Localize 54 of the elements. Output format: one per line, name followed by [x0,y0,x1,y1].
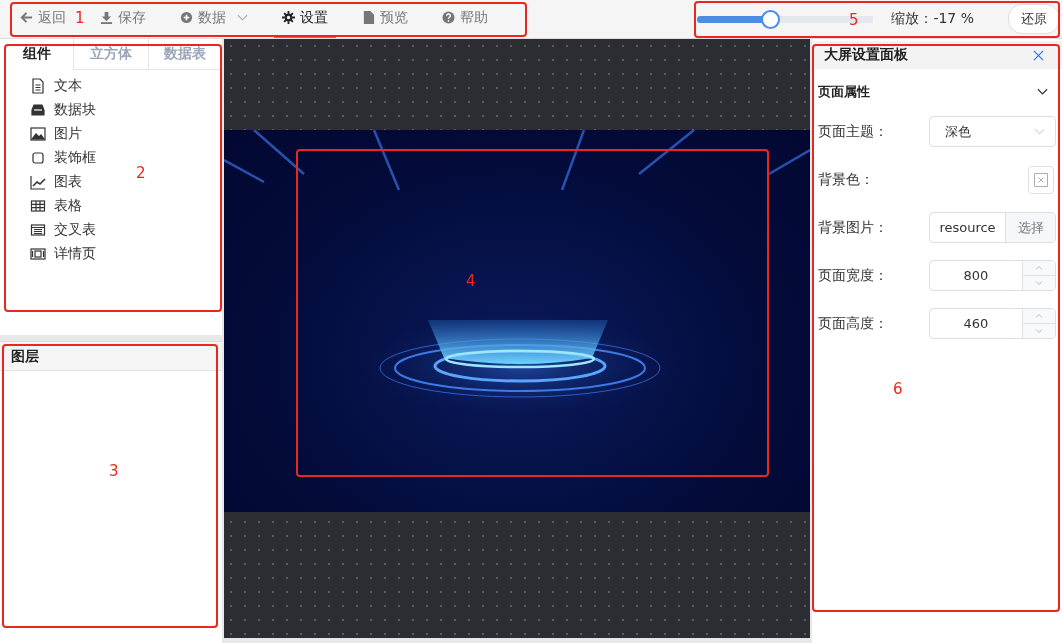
grid-icon [30,198,46,214]
toolbar-tab[interactable]: 保存 [92,0,154,38]
panel-title: 图层 [0,342,222,371]
number-field[interactable]: 460 [929,308,1056,339]
plus-circle-icon [180,11,193,24]
card-icon [30,246,46,262]
component-item[interactable]: 图片 [54,125,82,143]
annotation-number: 2 [136,164,146,182]
annotation-number: 5 [849,11,859,29]
table-icon [30,222,46,238]
annotation-number: 6 [893,380,903,398]
caret-icon [1034,127,1045,136]
settings-icon [282,11,295,24]
toolbar-tab[interactable]: 数据 [172,0,256,38]
download-icon [100,11,113,24]
number-field[interactable]: 800 [929,260,1056,291]
file-field[interactable]: resource [930,220,1005,235]
document-icon [362,11,375,24]
component-item[interactable]: 文本 [54,77,82,95]
theme-select[interactable]: 深色 [929,116,1056,147]
annotation-number: 3 [109,462,119,480]
line-chart-icon [30,174,46,190]
zoom-label: 缩放：-17 % [891,10,974,28]
color-picker[interactable] [1028,165,1054,194]
tray-icon [30,102,46,118]
field-label: 页面宽度： [818,266,888,285]
toolbar-tab[interactable]: 帮助 [434,0,496,38]
section-title: 页面属性 [818,83,870,101]
field-label: 页面高度： [818,314,888,333]
document-icon [30,78,46,94]
component-item[interactable]: 表格 [54,197,82,215]
toolbar-tab[interactable]: 预览 [354,0,416,38]
arrow-left-icon [20,11,33,24]
panel-title: 大屏设置面板 [824,46,908,64]
choose-button[interactable]: 选择 [1005,213,1055,242]
annotation-number: 4 [466,272,476,290]
slider-thumb[interactable] [760,9,780,29]
square-icon [30,150,46,166]
help-icon [442,11,455,24]
field-label: 背景图片： [818,218,888,237]
component-item[interactable]: 交叉表 [54,221,96,239]
toolbar-tab[interactable]: 返回 [12,0,74,38]
field-label: 页面主题： [818,122,888,141]
close-icon[interactable] [1033,49,1044,61]
reset-button[interactable]: 还原 [1008,4,1060,34]
component-item[interactable]: 装饰框 [54,149,96,167]
field-label: 背景色： [818,170,874,189]
chevron-icon[interactable] [1037,88,1048,96]
empty-color-icon [1033,171,1049,188]
component-item[interactable]: 详情页 [54,245,96,263]
component-item[interactable]: 图表 [54,173,82,191]
component-item[interactable]: 数据块 [54,101,96,119]
annotation-number: 1 [75,9,85,27]
image-icon [30,126,46,142]
